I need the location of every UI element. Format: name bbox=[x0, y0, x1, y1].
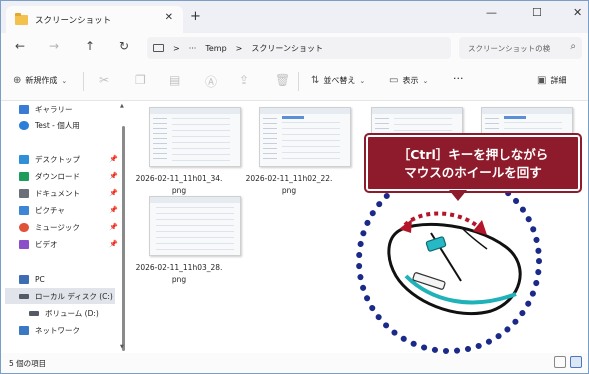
callout-line-1: ［Ctrl］キーを押しながら bbox=[397, 147, 549, 162]
mouse-icon bbox=[387, 222, 522, 316]
callout-tail bbox=[449, 190, 467, 201]
callout-line-2: マウスのホイールを回す bbox=[404, 165, 542, 180]
instruction-callout: ［Ctrl］キーを押しながら マウスのホイールを回す bbox=[366, 135, 580, 191]
file-explorer-window: スクリーンショット ✕ + — ☐ ✕ ← → ↑ ↻ > ··· Temp >… bbox=[0, 0, 589, 374]
